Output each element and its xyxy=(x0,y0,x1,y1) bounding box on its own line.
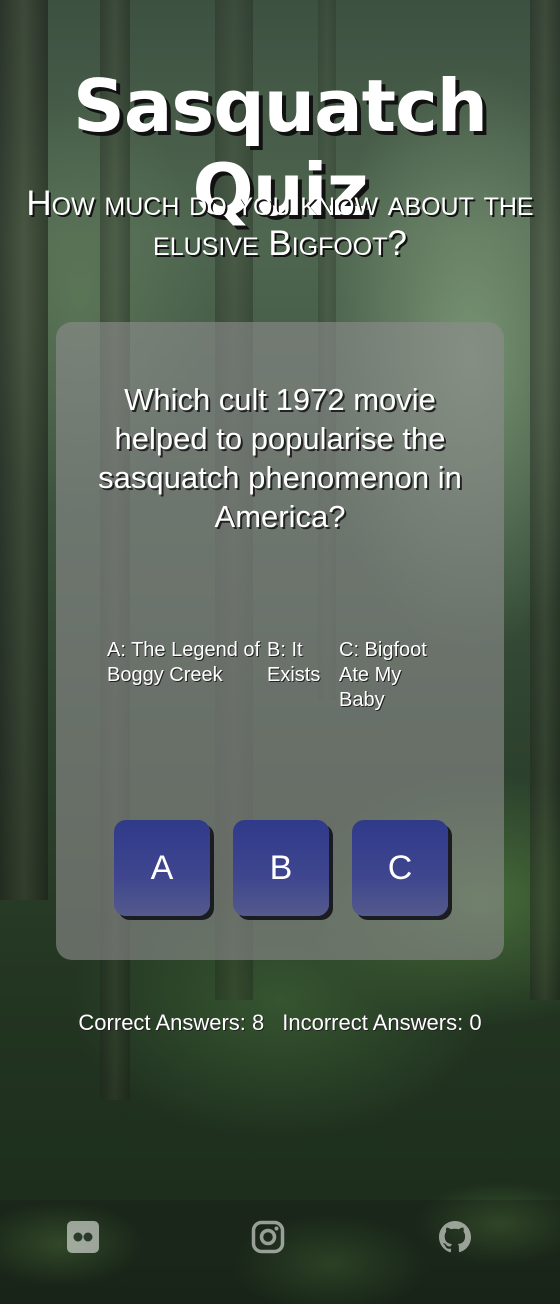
answer-a-button[interactable]: A xyxy=(114,820,210,916)
instagram-icon[interactable] xyxy=(251,1220,285,1254)
page-subtitle: How much do you know about the elusive B… xyxy=(26,184,534,263)
github-icon[interactable] xyxy=(438,1220,472,1254)
answer-c-button[interactable]: C xyxy=(352,820,448,916)
answer-b-button[interactable]: B xyxy=(233,820,329,916)
incorrect-answers-count: Incorrect Answers: 0 xyxy=(282,1010,482,1035)
question-text: Which cult 1972 movie helped to populari… xyxy=(98,382,462,534)
correct-answers-count: Correct Answers: 8 xyxy=(78,1010,265,1035)
answer-option-c: C: Bigfoot Ate My Baby xyxy=(339,639,427,711)
quiz-card: Which cult 1972 movie helped to populari… xyxy=(56,322,504,960)
answer-option-b: B: It Exists xyxy=(267,639,321,686)
answer-option-a: A: The Legend of Boggy Creek xyxy=(107,639,261,686)
footer xyxy=(0,1200,560,1304)
flickr-icon[interactable] xyxy=(66,1220,100,1254)
score-bar: Correct Answers: 8 Incorrect Answers: 0 xyxy=(0,1010,560,1036)
answer-options: A: The Legend of Boggy Creek B: It Exist… xyxy=(107,638,467,713)
